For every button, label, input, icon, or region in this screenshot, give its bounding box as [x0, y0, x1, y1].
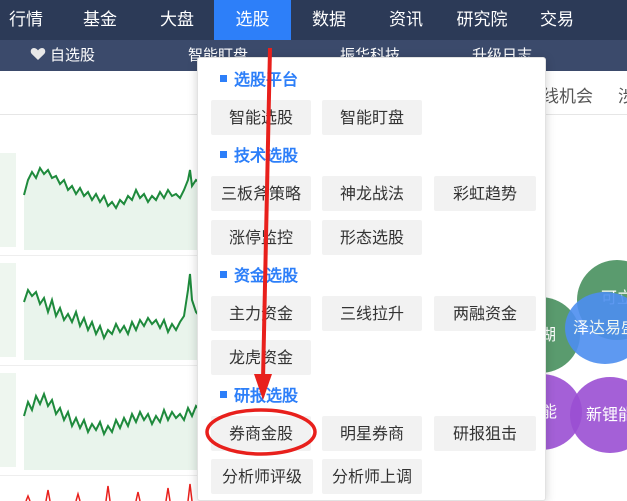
- nav-item-yanjiuyuan[interactable]: 研究院: [446, 0, 518, 40]
- nav-item-xuangu[interactable]: 选股: [214, 0, 291, 40]
- menu-item-mingxing[interactable]: 明星券商: [322, 416, 422, 451]
- content-tab-1[interactable]: 线机会: [542, 82, 593, 107]
- section-title-technical: 技术选股: [220, 146, 298, 166]
- subnav-watchlist[interactable]: 自选股: [30, 40, 95, 71]
- menu-item-smart-stock[interactable]: 智能选股: [211, 100, 311, 135]
- nav-item-shuju[interactable]: 数据: [298, 0, 360, 40]
- sparkline-chart-4: [25, 483, 193, 501]
- section-title-research: 研报选股: [220, 386, 298, 406]
- sparkline-chart-2: [23, 273, 201, 360]
- square-bullet-icon: [220, 391, 227, 398]
- menu-item-smart-watch[interactable]: 智能盯盘: [322, 100, 422, 135]
- menu-item-sanxian[interactable]: 三线拉升: [322, 296, 422, 331]
- sparkline-chart-1: [23, 165, 201, 250]
- menu-item-zhangting[interactable]: 涨停监控: [211, 220, 311, 255]
- nav-item-dapan[interactable]: 大盘: [146, 0, 208, 40]
- section-title-platform: 选股平台: [220, 70, 298, 90]
- nav-item-hangqing[interactable]: 行情: [0, 0, 52, 40]
- menu-item-longhu[interactable]: 龙虎资金: [211, 340, 311, 375]
- chart-card-pad-1: [0, 153, 16, 247]
- square-bullet-icon: [220, 151, 227, 158]
- heart-icon: [30, 48, 46, 60]
- nav-item-zixun[interactable]: 资讯: [375, 0, 437, 40]
- menu-item-xingtai[interactable]: 形态选股: [322, 220, 422, 255]
- subnav-watchlist-label: 自选股: [50, 46, 96, 64]
- top-nav: 行情 基金 大盘 选股 数据 资讯 研究院 交易: [0, 0, 627, 40]
- bubble-xinlineng[interactable]: 新锂能: [570, 377, 627, 453]
- menu-item-liangrong[interactable]: 两融资金: [434, 296, 536, 331]
- sparkline-chart-3: [23, 391, 201, 470]
- page: 行情 基金 大盘 选股 数据 资讯 研究院 交易 自选股 智能盯盘 振华科技 升…: [0, 0, 627, 501]
- menu-item-quanshang-jingu[interactable]: 券商金股: [211, 416, 311, 451]
- chart-divider: [0, 255, 200, 256]
- menu-item-shenlong[interactable]: 神龙战法: [322, 176, 422, 211]
- menu-item-sanbanfu[interactable]: 三板斧策略: [211, 176, 311, 211]
- square-bullet-icon: [220, 75, 227, 82]
- nav-item-jiaoyi[interactable]: 交易: [528, 0, 586, 40]
- section-title-capital: 资金选股: [220, 266, 298, 286]
- chart-card-pad-3: [0, 373, 16, 467]
- chart-divider: [0, 475, 200, 476]
- nav-item-jijin[interactable]: 基金: [69, 0, 131, 40]
- chart-divider: [0, 365, 200, 366]
- square-bullet-icon: [220, 271, 227, 278]
- menu-item-fenxishi-shangtiao[interactable]: 分析师上调: [322, 459, 422, 494]
- xuangu-dropdown-menu: 选股平台 智能选股 智能盯盘 技术选股 三板斧策略 神龙战法 彩虹趋势 涨停监控…: [197, 57, 546, 501]
- content-tab-2[interactable]: 涉: [618, 82, 627, 107]
- menu-item-zhuli[interactable]: 主力资金: [211, 296, 311, 331]
- menu-item-yanbao-juji[interactable]: 研报狙击: [434, 416, 536, 451]
- menu-item-fenxishi-pingji[interactable]: 分析师评级: [211, 459, 313, 494]
- menu-item-caihong[interactable]: 彩虹趋势: [434, 176, 536, 211]
- chart-card-pad-2: [0, 263, 16, 357]
